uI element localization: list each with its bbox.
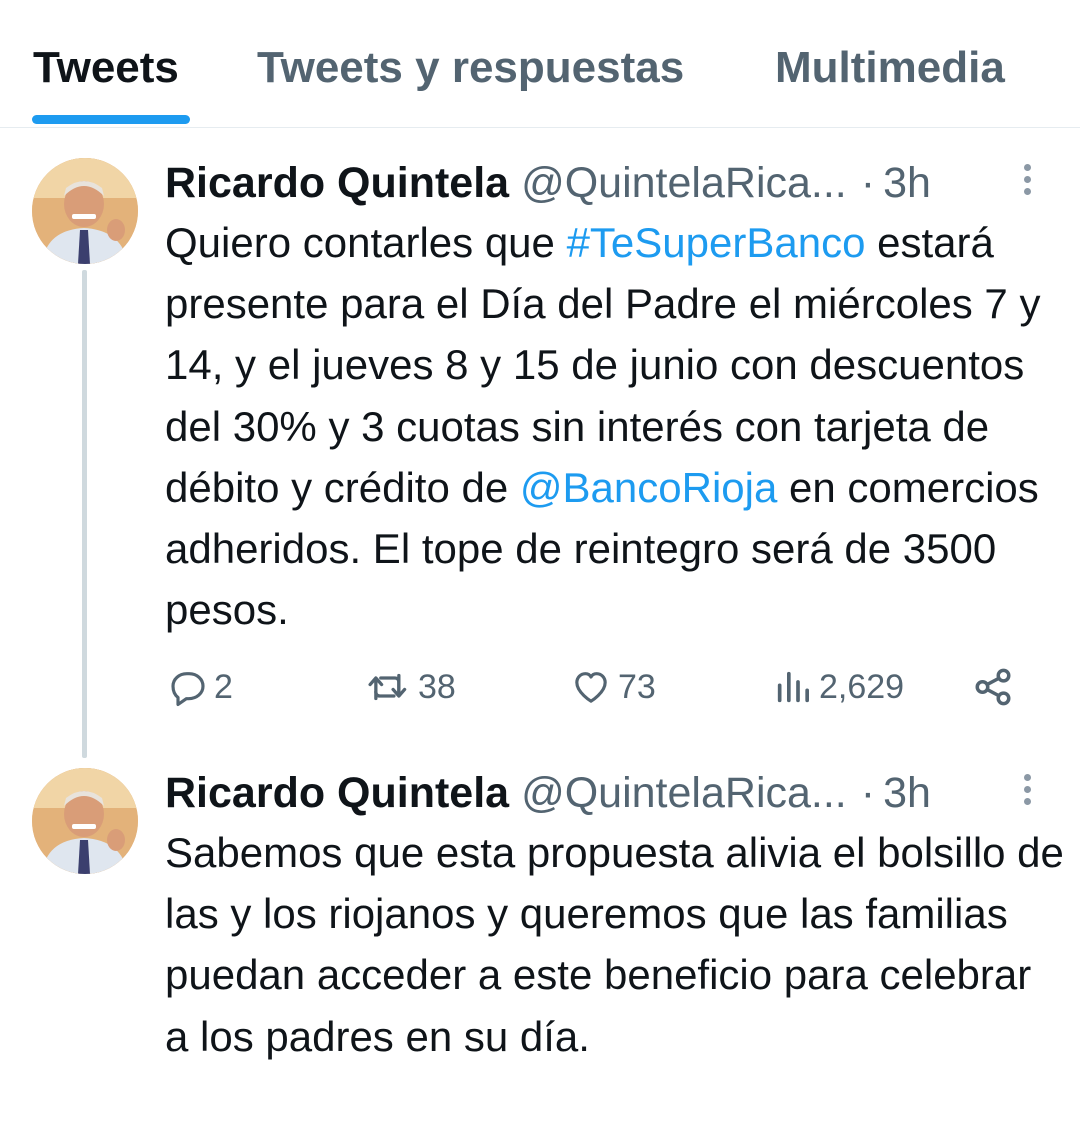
more-icon[interactable] bbox=[1017, 774, 1037, 810]
views-icon bbox=[777, 671, 809, 703]
avatar-photo bbox=[32, 768, 138, 874]
tweet-text-part: Quiero contarles que bbox=[165, 219, 567, 266]
tab-media[interactable]: Multimedia bbox=[775, 40, 1005, 100]
author-name[interactable]: Ricardo Quintela bbox=[165, 769, 509, 817]
tab-tweets-and-replies[interactable]: Tweets y respuestas bbox=[257, 40, 684, 100]
like-button[interactable]: 73 bbox=[570, 662, 656, 712]
hashtag-link[interactable]: #TeSuperBanco bbox=[567, 219, 866, 266]
mention-link[interactable]: @BancoRioja bbox=[520, 464, 777, 511]
author-name[interactable]: Ricardo Quintela bbox=[165, 159, 509, 207]
tweet-header: Ricardo Quintela @QuintelaRica... · 3h bbox=[165, 765, 931, 821]
tweet-time[interactable]: 3h bbox=[883, 159, 931, 207]
author-handle[interactable]: @QuintelaRica... bbox=[521, 159, 847, 207]
like-icon bbox=[575, 672, 607, 703]
separator-dot: · bbox=[860, 769, 876, 817]
separator-dot: · bbox=[860, 159, 876, 207]
tweet-header: Ricardo Quintela @QuintelaRica... · 3h bbox=[165, 155, 931, 211]
tweet-text: Sabemos que esta propuesta alivia el bol… bbox=[165, 829, 1064, 1060]
views-count: 2,629 bbox=[819, 667, 905, 706]
avatar[interactable] bbox=[32, 768, 138, 874]
tweet-text: Quiero contarles que #TeSuperBanco estar… bbox=[165, 212, 1065, 640]
tweet[interactable]: Ricardo Quintela @QuintelaRica... · 3h Sabe… bbox=[0, 760, 1080, 1129]
avatar[interactable] bbox=[32, 158, 138, 264]
views-button[interactable]: 2,629 bbox=[773, 662, 904, 712]
tab-tweets[interactable]: Tweets bbox=[33, 40, 179, 100]
reply-button[interactable]: 2 bbox=[168, 662, 233, 712]
retweet-icon bbox=[368, 673, 407, 701]
author-handle[interactable]: @QuintelaRica... bbox=[521, 769, 847, 817]
retweet-button[interactable]: 38 bbox=[366, 662, 456, 712]
profile-tabs: Tweets Tweets y respuestas Multimedia bbox=[0, 0, 1080, 128]
share-button[interactable] bbox=[972, 662, 1014, 712]
reply-icon bbox=[171, 672, 205, 707]
share-icon bbox=[975, 668, 1011, 706]
reply-count: 2 bbox=[214, 667, 233, 706]
tweet[interactable]: Ricardo Quintela @QuintelaRica... · 3h Quie… bbox=[0, 150, 1080, 758]
retweet-count: 38 bbox=[418, 667, 456, 706]
active-tab-indicator bbox=[32, 115, 190, 124]
avatar-photo bbox=[32, 158, 138, 264]
more-icon[interactable] bbox=[1017, 164, 1037, 200]
profile-timeline: Tweets Tweets y respuestas Multimedia Ri… bbox=[0, 0, 1080, 1129]
tweet-time[interactable]: 3h bbox=[883, 769, 931, 817]
like-count: 73 bbox=[618, 667, 656, 706]
tweet-actions: 2 38 73 2,629 bbox=[0, 662, 1080, 712]
